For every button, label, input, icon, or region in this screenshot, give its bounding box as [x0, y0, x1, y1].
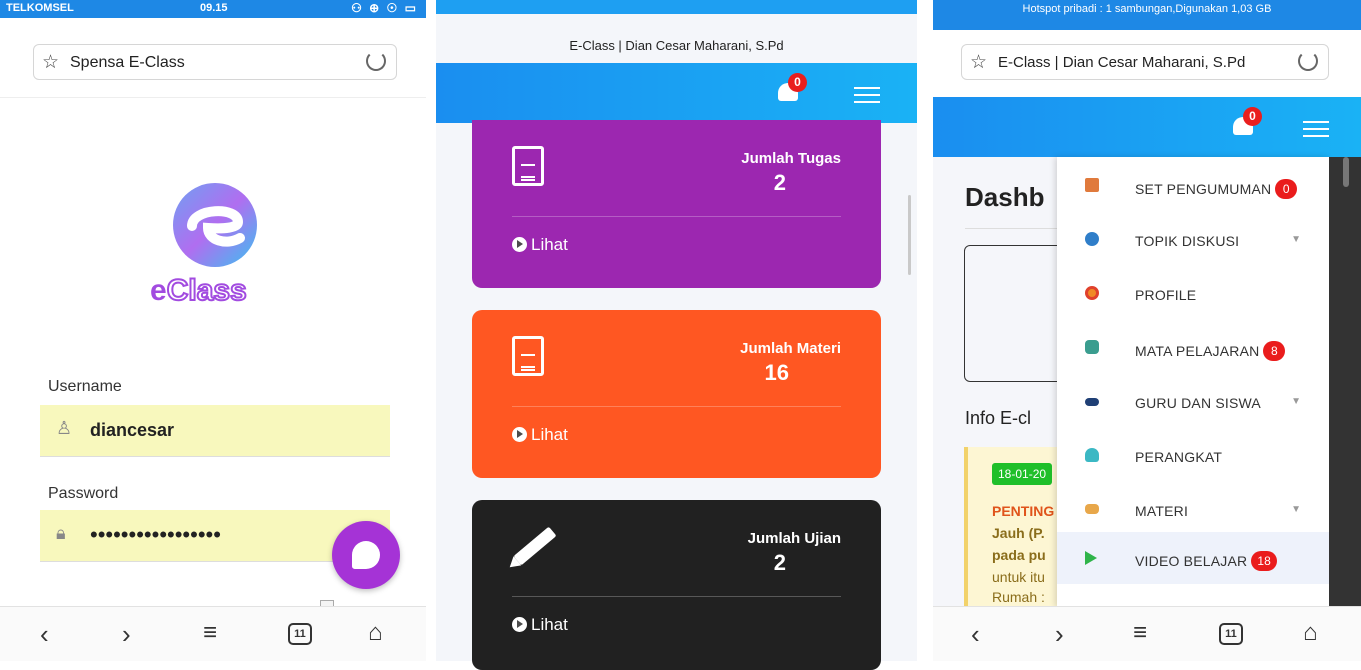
address-bar-title: E-Class | Dian Cesar Maharani, S.Pd	[998, 54, 1245, 71]
scrollbar[interactable]	[908, 195, 911, 275]
card-value: 2	[774, 170, 786, 196]
menu-item-set-pengumuman[interactable]: SET PENGUMUMAN0	[1057, 160, 1329, 212]
app-bar: 0	[436, 63, 917, 123]
map-icon	[1085, 504, 1099, 514]
card-label: Jumlah Tugas	[741, 150, 841, 167]
megaphone-icon	[1085, 178, 1099, 192]
arrow-circle-icon	[512, 617, 527, 632]
menu-icon[interactable]: ≡	[1133, 619, 1147, 647]
menu-badge: 18	[1251, 551, 1277, 571]
browser-navbar: ‹ › ≡ 11 ⌂	[933, 606, 1361, 661]
notification-bell-icon[interactable]: 0	[778, 81, 800, 103]
status-icons: ⚇ ⊕ ☉ ▭	[351, 1, 418, 15]
hamburger-menu-icon[interactable]	[1303, 121, 1329, 137]
menu-badge: 8	[1263, 341, 1285, 361]
backdrop[interactable]	[1329, 157, 1361, 607]
card-materi: Jumlah Materi 16 Lihat	[472, 310, 881, 478]
card-label: Jumlah Materi	[740, 340, 841, 357]
star-icon[interactable]: ☆	[42, 51, 59, 74]
password-label: Password	[48, 485, 118, 503]
page-title: E-Class | Dian Cesar Maharani, S.Pd	[436, 38, 917, 53]
forward-icon[interactable]: ›	[122, 619, 131, 650]
notification-badge: 0	[1243, 107, 1262, 126]
username-label: Username	[48, 378, 122, 396]
info-title: Info E-cl	[965, 408, 1031, 429]
notification-badge: 0	[788, 73, 807, 92]
login-screen: TELKOMSEL 09.15 ⚇ ⊕ ☉ ▭ ☆ Spensa E-Class…	[0, 0, 426, 661]
forward-icon[interactable]: ›	[1055, 619, 1064, 650]
carrier-label: TELKOMSEL	[6, 2, 74, 14]
device-icon	[1085, 448, 1099, 462]
status-bar	[436, 0, 917, 14]
user-icon: ♙	[56, 418, 72, 439]
dashboard-title: Dashb	[965, 182, 1044, 213]
date-badge: 18-01-20	[992, 463, 1052, 485]
app-bar: 0	[933, 97, 1361, 157]
document-icon	[512, 146, 544, 186]
tabs-icon[interactable]: 11	[288, 623, 312, 645]
lihat-link[interactable]: Lihat	[512, 235, 568, 255]
password-value: •••••••••••••••••	[90, 522, 221, 548]
chat-icon	[1085, 232, 1099, 246]
info-line: untuk itu	[992, 569, 1045, 585]
graduation-cap-icon	[1085, 398, 1099, 406]
home-icon[interactable]: ⌂	[368, 619, 383, 647]
lock-icon: 🔒︎	[56, 523, 66, 544]
card-value: 16	[765, 360, 789, 386]
browser-navbar: ‹ › ≡ 11 ⌂	[0, 606, 426, 661]
menu-item-profile[interactable]: PROFILE	[1057, 268, 1329, 320]
info-line: Rumah :	[992, 589, 1045, 605]
reload-icon[interactable]	[366, 51, 386, 71]
status-bar: Hotspot pribadi : 1 sambungan,Digunakan …	[933, 0, 1361, 30]
menu-badge: 0	[1275, 179, 1297, 199]
clock: 09.15	[200, 2, 228, 14]
pencil-icon	[514, 527, 557, 566]
menu-icon[interactable]: ≡	[203, 619, 217, 647]
document-icon	[512, 336, 544, 376]
tabs-icon[interactable]: 11	[1219, 623, 1243, 645]
info-line: pada pu	[992, 547, 1046, 563]
books-icon	[1085, 340, 1099, 354]
chevron-down-icon: ▼	[1291, 504, 1301, 515]
username-field[interactable]: ♙ diancesar	[40, 405, 390, 457]
hamburger-menu-icon[interactable]	[854, 87, 880, 103]
play-icon	[1085, 551, 1097, 565]
card-label: Jumlah Ujian	[748, 530, 841, 547]
card-tugas: Jumlah Tugas 2 Lihat	[472, 120, 881, 288]
side-menu: SET PENGUMUMAN0 TOPIK DISKUSI ▼ PROFILE …	[1057, 157, 1329, 607]
logo-wordmark: eClass	[150, 274, 247, 308]
star-icon[interactable]: ☆	[970, 51, 987, 74]
menu-item-topik-diskusi[interactable]: TOPIK DISKUSI ▼	[1057, 214, 1329, 266]
username-value: diancesar	[90, 420, 174, 441]
address-bar[interactable]: ☆ Spensa E-Class	[33, 44, 397, 80]
address-bar[interactable]: ☆ E-Class | Dian Cesar Maharani, S.Pd	[961, 44, 1329, 80]
menu-item-video-belajar[interactable]: VIDEO BELAJAR18	[1057, 532, 1329, 584]
address-bar-title: Spensa E-Class	[70, 54, 185, 72]
back-icon[interactable]: ‹	[971, 619, 980, 650]
status-bar: TELKOMSEL 09.15 ⚇ ⊕ ☉ ▭	[0, 0, 426, 18]
profile-icon	[1085, 286, 1099, 300]
chevron-down-icon: ▼	[1291, 396, 1301, 407]
reload-icon[interactable]	[1298, 51, 1318, 71]
lihat-link[interactable]: Lihat	[512, 425, 568, 445]
chat-button[interactable]	[332, 521, 400, 589]
eclass-logo	[162, 180, 268, 270]
info-line: Jauh (P.	[992, 525, 1045, 541]
menu-item-mata-pelajaran[interactable]: MATA PELAJARAN8	[1057, 322, 1329, 374]
card-ujian: Jumlah Ujian 2 Lihat	[472, 500, 881, 670]
chevron-down-icon: ▼	[1291, 234, 1301, 245]
menu-item-guru-dan-siswa[interactable]: GURU DAN SISWA ▼	[1057, 376, 1329, 428]
menu-item-materi[interactable]: MATERI ▼	[1057, 484, 1329, 536]
arrow-circle-icon	[512, 237, 527, 252]
notification-bell-icon[interactable]: 0	[1233, 115, 1255, 137]
arrow-circle-icon	[512, 427, 527, 442]
lihat-link[interactable]: Lihat	[512, 615, 568, 635]
card-value: 2	[774, 550, 786, 576]
home-icon[interactable]: ⌂	[1303, 619, 1318, 647]
back-icon[interactable]: ‹	[40, 619, 49, 650]
menu-item-perangkat[interactable]: PERANGKAT	[1057, 430, 1329, 482]
info-line: PENTING	[992, 503, 1054, 519]
